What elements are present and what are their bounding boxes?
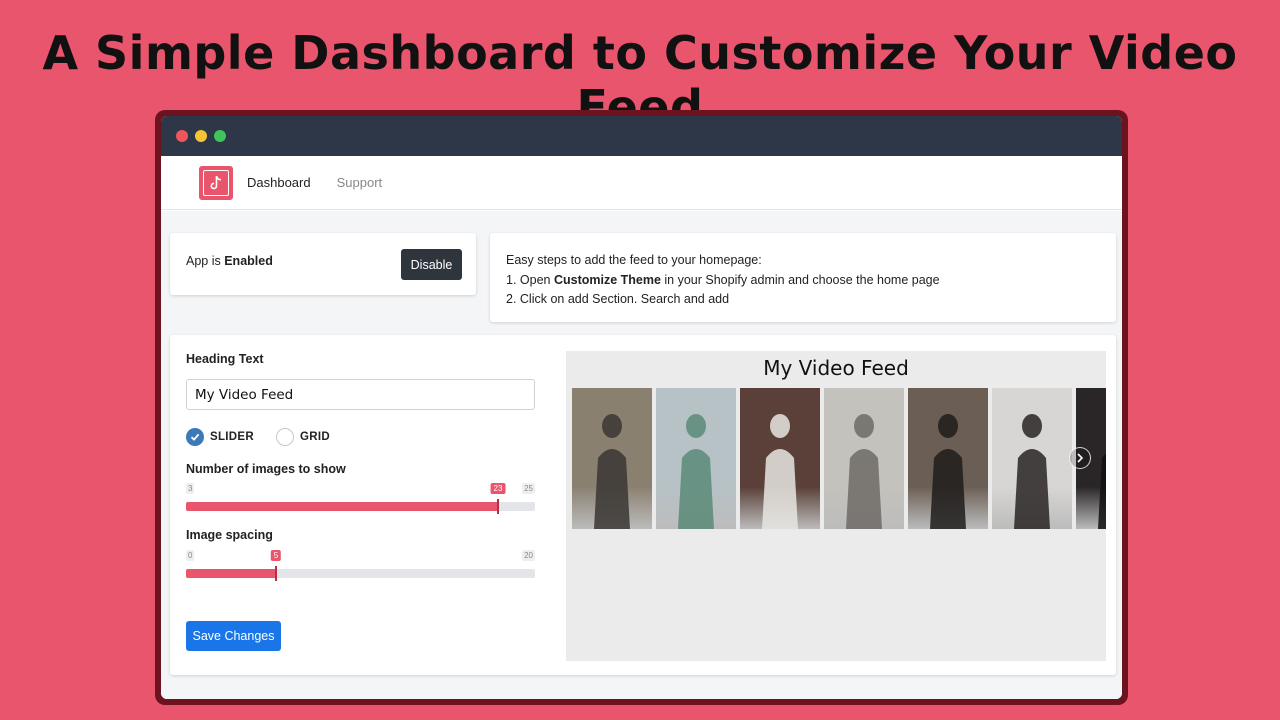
maximize-window-dot[interactable] [214,130,226,142]
top-nav: Dashboard Support [161,156,1122,210]
close-window-dot[interactable] [176,130,188,142]
check-icon [190,433,200,441]
video-thumbnail[interactable] [824,388,904,529]
images-slider-track[interactable] [186,502,535,511]
step-1-prefix: 1. Open [506,272,554,287]
app-status-text: App is Enabled [186,254,273,268]
app-logo [199,165,233,200]
person-silhouette-icon [678,414,714,529]
image-spacing-label: Image spacing [186,528,273,542]
person-silhouette-icon [930,414,966,529]
images-slider-max: 25 [522,483,535,494]
video-thumbnail[interactable] [908,388,988,529]
video-thumbnail[interactable] [992,388,1072,529]
nav-dashboard[interactable]: Dashboard [247,175,311,190]
images-slider-handle[interactable] [497,499,499,514]
tiktok-icon [203,169,229,196]
app-window: Dashboard Support App is Enabled Disable… [155,110,1128,705]
person-silhouette-icon [1014,414,1050,529]
preview-title: My Video Feed [763,356,909,380]
heading-text-label: Heading Text [186,352,264,366]
slider-radio[interactable] [186,428,204,446]
nav-support[interactable]: Support [337,175,383,190]
images-slider-fill [186,502,498,511]
step-2: 2. Click on add Section. Search and add [506,292,730,306]
grid-radio-label[interactable]: GRID [300,431,330,443]
spacing-slider-max: 20 [522,550,535,561]
grid-radio[interactable] [275,428,294,446]
spacing-slider-fill [186,569,276,578]
setup-steps: Easy steps to add the feed to your homep… [506,251,940,310]
disable-button[interactable]: Disable [401,249,462,280]
layout-radio-group: SLIDER GRID [186,428,352,446]
step-1: 1. Open Customize Theme in your Shopify … [506,271,940,291]
heading-text-input[interactable] [186,379,535,410]
window-titlebar [161,116,1122,156]
setup-steps-card: Easy steps to add the feed to your homep… [490,233,1116,322]
video-thumbnail[interactable] [740,388,820,529]
spacing-slider-min: 0 [186,550,195,561]
slider-radio-label[interactable]: SLIDER [210,431,254,443]
step-1-bold: Customize Theme [553,272,661,287]
settings-card: Heading Text SLIDER GRID Number of image… [170,335,1116,675]
person-silhouette-icon [762,414,798,529]
status-state: Enabled [224,254,273,268]
spacing-slider-track[interactable] [186,569,535,578]
preview-thumbnails [572,388,1106,529]
spacing-slider-handle[interactable] [275,566,277,581]
chevron-right-icon[interactable] [1069,447,1091,469]
feed-preview: My Video Feed [566,351,1106,661]
content-area: App is Enabled Disable Easy steps to add… [161,211,1122,699]
window-inner: Dashboard Support App is Enabled Disable… [161,116,1122,699]
person-silhouette-icon [594,414,630,529]
save-changes-button[interactable]: Save Changes [186,621,281,651]
app-status-card: App is Enabled Disable [170,233,476,295]
status-prefix: App is [186,254,225,268]
minimize-window-dot[interactable] [195,130,207,142]
steps-intro: Easy steps to add the feed to your homep… [506,253,762,267]
person-silhouette-icon [846,414,882,529]
images-slider-value: 23 [490,483,506,494]
video-thumbnail[interactable] [572,388,652,529]
images-count-label: Number of images to show [186,462,346,476]
step-1-suffix: in your Shopify admin and choose the hom… [660,272,940,287]
images-slider-min: 3 [186,483,195,494]
spacing-slider-value: 5 [270,550,282,561]
video-thumbnail[interactable] [656,388,736,529]
